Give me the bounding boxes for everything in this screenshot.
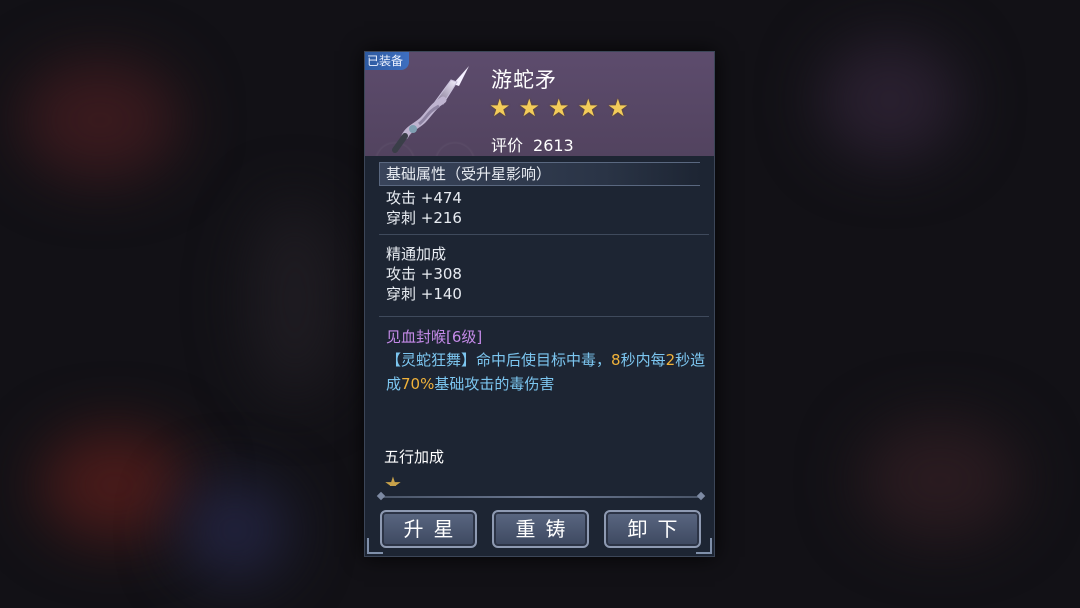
skill-desc-highlight: 70% bbox=[401, 375, 435, 393]
star-icon: ★ bbox=[607, 94, 629, 122]
divider bbox=[379, 316, 709, 317]
corner-ornament bbox=[367, 538, 383, 554]
divider-end-icon bbox=[376, 491, 386, 501]
base-stat-attack: 攻击 +474 bbox=[386, 189, 462, 207]
mastery-stat-attack: 攻击 +308 bbox=[386, 265, 462, 283]
background-blob bbox=[860, 420, 1020, 540]
star-rating: ★ ★ ★ ★ ★ bbox=[489, 96, 629, 120]
upgrade-star-button[interactable]: 升星 bbox=[380, 510, 477, 548]
five-elements-title: 五行加成 bbox=[384, 448, 445, 466]
base-attributes-header: 基础属性（受升星影响） bbox=[379, 162, 700, 186]
background-blob bbox=[180, 480, 290, 580]
star-icon: ★ bbox=[489, 94, 511, 122]
unequip-button[interactable]: 卸下 bbox=[604, 510, 701, 548]
spear-weapon-icon bbox=[392, 66, 469, 153]
star-icon: ★ bbox=[518, 94, 541, 122]
skill-desc-highlight: 2 bbox=[665, 351, 676, 369]
mastery-stat-pierce: 穿刺 +140 bbox=[386, 285, 462, 303]
background-blob bbox=[20, 60, 180, 180]
five-elements-row-clipped: ★ bbox=[384, 472, 402, 486]
background-blob bbox=[820, 40, 960, 160]
skill-desc-text: 秒内每 bbox=[620, 351, 666, 369]
background-blob bbox=[40, 430, 190, 540]
rating-value: 2613 bbox=[533, 136, 574, 155]
scroll-divider bbox=[381, 496, 702, 498]
skill-desc-highlight: 8 bbox=[611, 351, 621, 369]
skill-desc-text: 【灵蛇狂舞】命中后使目标中毒， bbox=[386, 351, 612, 369]
divider-end-icon bbox=[696, 491, 706, 501]
item-details-scroll[interactable]: 基础属性（受升星影响） 攻击 +474 穿刺 +216 精通加成 攻击 +308… bbox=[365, 158, 714, 486]
background-blob bbox=[250, 200, 340, 400]
corner-ornament bbox=[696, 538, 712, 554]
equipped-badge: 已装备 bbox=[365, 52, 410, 70]
rating-label: 评价 bbox=[491, 136, 524, 155]
recast-button[interactable]: 重铸 bbox=[492, 510, 589, 548]
rating: 评价 2613 bbox=[491, 132, 574, 156]
base-stat-pierce: 穿刺 +216 bbox=[386, 209, 462, 227]
element-star-icon: ★ bbox=[384, 472, 402, 486]
skill-name: 见血封喉[6级] bbox=[386, 328, 483, 346]
skill-description: 【灵蛇狂舞】命中后使目标中毒，8秒内每2秒造成70%基础攻击的毒伤害 bbox=[386, 348, 706, 396]
mastery-title: 精通加成 bbox=[386, 245, 447, 263]
skill-desc-text: 基础攻击的毒伤害 bbox=[434, 375, 555, 393]
star-icon: ★ bbox=[577, 94, 600, 122]
item-name: 游蛇矛 bbox=[491, 68, 557, 92]
item-header: 已装备 游蛇矛 ★ ★ ★ ★ ★ 评价 2613 bbox=[365, 52, 714, 156]
item-detail-panel: 已装备 游蛇矛 ★ ★ ★ ★ ★ 评价 2613 基础属性（受升星影响） 攻击 +474… bbox=[364, 51, 715, 557]
divider bbox=[379, 234, 709, 235]
star-icon: ★ bbox=[548, 94, 570, 122]
